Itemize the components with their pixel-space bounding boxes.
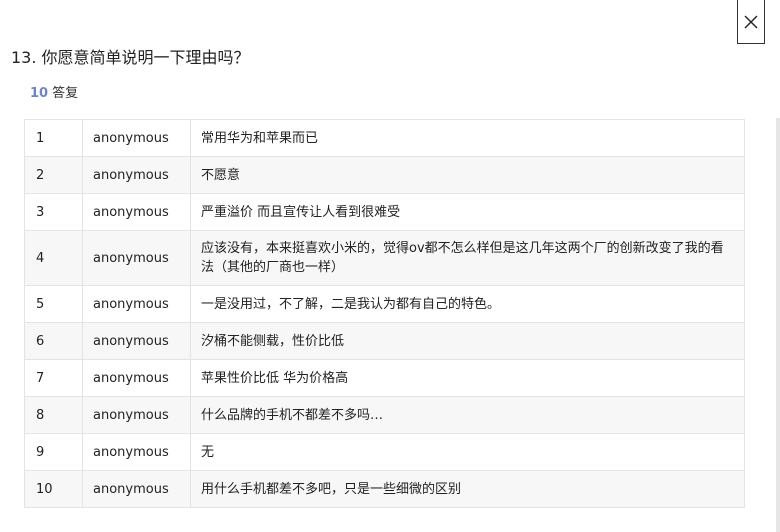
respondent-name: anonymous xyxy=(82,470,191,508)
survey-results-panel: 13. 你愿意简单说明一下理由吗？ 10 答复 1 anonymous 常用华为和… xyxy=(0,0,780,532)
row-index: 2 xyxy=(24,156,83,194)
row-index: 1 xyxy=(24,119,83,157)
response-text: 汐桶不能侧载，性价比低 xyxy=(190,322,745,360)
response-text: 严重溢价 而且宣传让人看到很难受 xyxy=(190,193,745,231)
answer-count-number: 10 xyxy=(30,86,49,101)
table-row: 6 anonymous 汐桶不能侧载，性价比低 xyxy=(24,322,745,360)
row-index: 6 xyxy=(24,322,83,360)
table-row: 7 anonymous 苹果性价比低 华为价格高 xyxy=(24,359,745,397)
table-row: 1 anonymous 常用华为和苹果而已 xyxy=(24,119,745,157)
row-index: 3 xyxy=(24,193,83,231)
answer-count-label: 答复 xyxy=(52,86,79,101)
answer-count: 10 答复 xyxy=(30,85,78,103)
response-text: 苹果性价比低 华为价格高 xyxy=(190,359,745,397)
question-title: 13. 你愿意简单说明一下理由吗？ xyxy=(11,48,250,67)
response-text: 应该没有，本来挺喜欢小米的，觉得ov都不怎么样但是这几年这两个厂的创新改变了我的… xyxy=(190,230,745,286)
table-row: 10 anonymous 用什么手机都差不多吧，只是一些细微的区别 xyxy=(24,470,745,508)
table-row: 3 anonymous 严重溢价 而且宣传让人看到很难受 xyxy=(24,193,745,231)
respondent-name: anonymous xyxy=(82,230,191,286)
respondent-name: anonymous xyxy=(82,396,191,434)
response-text: 用什么手机都差不多吧，只是一些细微的区别 xyxy=(190,470,745,508)
close-icon xyxy=(744,15,758,28)
response-text: 一是没用过，不了解，二是我认为都有自己的特色。 xyxy=(190,285,745,323)
row-index: 8 xyxy=(24,396,83,434)
table-row: 4 anonymous 应该没有，本来挺喜欢小米的，觉得ov都不怎么样但是这几年… xyxy=(24,230,745,286)
table-row: 5 anonymous 一是没用过，不了解，二是我认为都有自己的特色。 xyxy=(24,285,745,323)
row-index: 10 xyxy=(24,470,83,508)
respondent-name: anonymous xyxy=(82,322,191,360)
respondent-name: anonymous xyxy=(82,285,191,323)
response-text: 无 xyxy=(190,433,745,471)
row-index: 5 xyxy=(24,285,83,323)
response-text: 什么品牌的手机不都差不多吗… xyxy=(190,396,745,434)
table-row: 9 anonymous 无 xyxy=(24,433,745,471)
response-text: 不愿意 xyxy=(190,156,745,194)
respondent-name: anonymous xyxy=(82,156,191,194)
response-text: 常用华为和苹果而已 xyxy=(190,119,745,157)
row-index: 4 xyxy=(24,230,83,286)
respondent-name: anonymous xyxy=(82,193,191,231)
table-row: 2 anonymous 不愿意 xyxy=(24,156,745,194)
respondent-name: anonymous xyxy=(82,433,191,471)
vertical-scrollbar[interactable] xyxy=(776,118,780,532)
respondent-name: anonymous xyxy=(82,359,191,397)
respondent-name: anonymous xyxy=(82,119,191,157)
table-row: 8 anonymous 什么品牌的手机不都差不多吗… xyxy=(24,396,745,434)
responses-table: 1 anonymous 常用华为和苹果而已 2 anonymous 不愿意 3 … xyxy=(24,119,745,508)
row-index: 9 xyxy=(24,433,83,471)
row-index: 7 xyxy=(24,359,83,397)
close-button[interactable] xyxy=(737,0,765,44)
